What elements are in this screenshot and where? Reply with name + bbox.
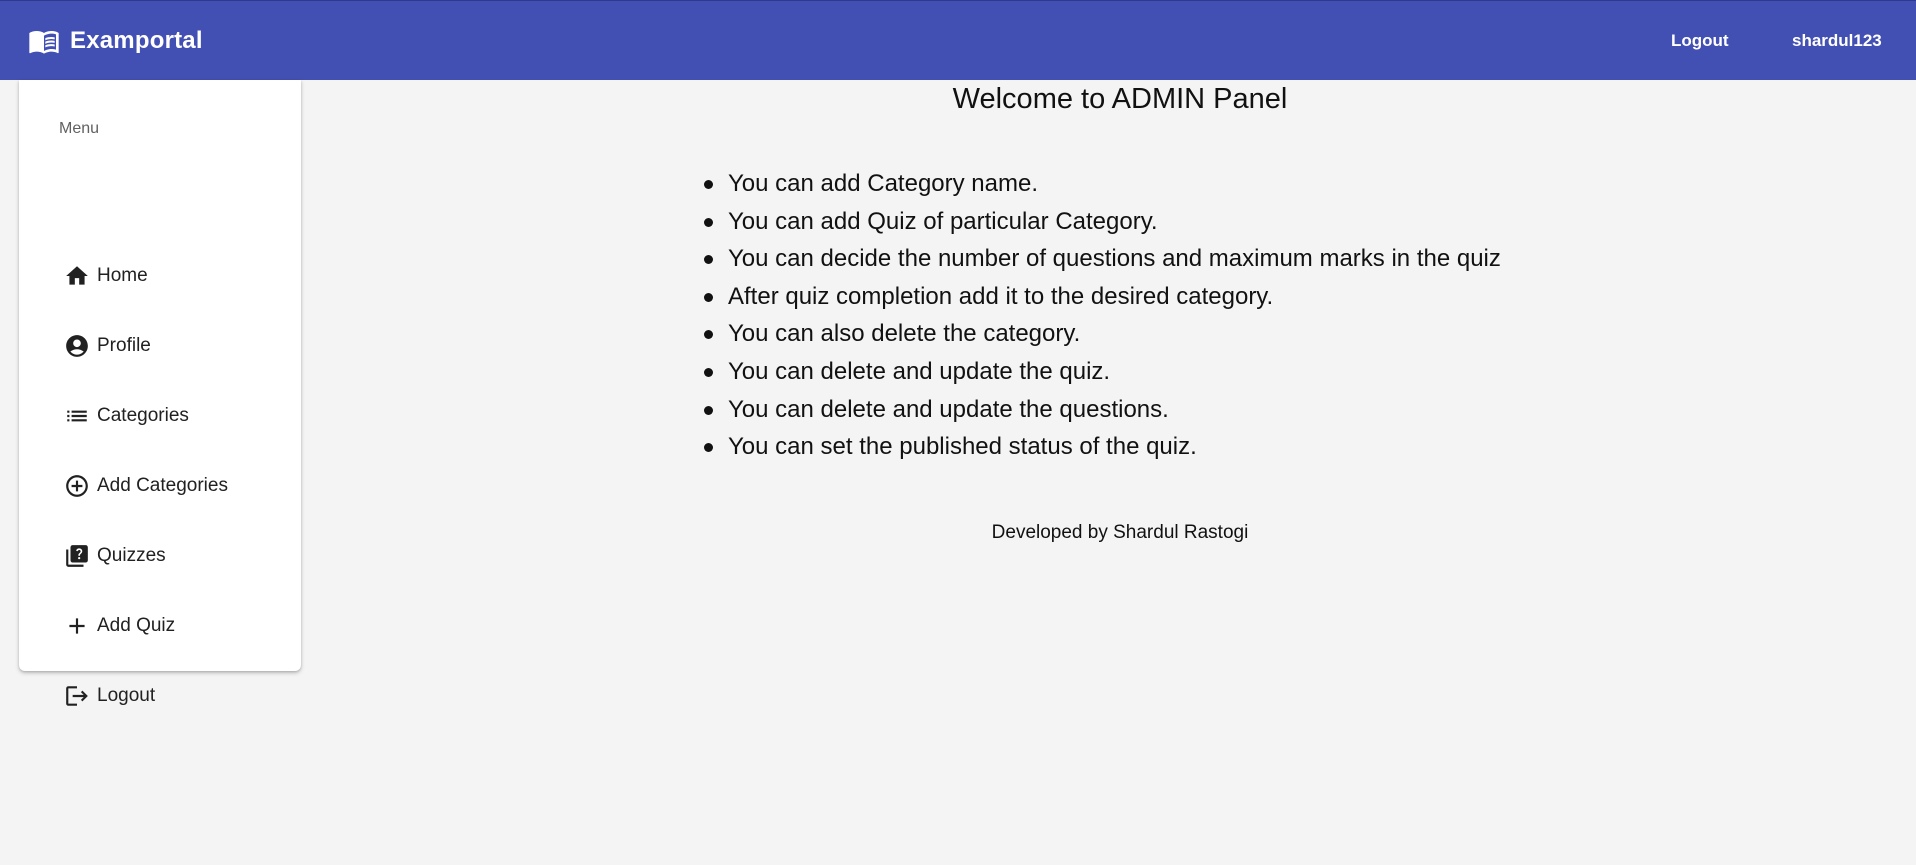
menu-book-icon xyxy=(28,25,60,57)
sidebar-item-label: Categories xyxy=(97,405,189,426)
list-item: You can also delete the category. xyxy=(704,315,1501,353)
feature-list: You can add Category name. You can add Q… xyxy=(688,165,1501,466)
sidebar-item-add-categories[interactable]: Add Categories xyxy=(63,468,283,504)
home-icon xyxy=(63,262,91,290)
header-logout-button[interactable]: Logout xyxy=(1671,31,1729,51)
menu-header: Menu xyxy=(59,120,100,137)
list-item: You can add Quiz of particular Category. xyxy=(704,203,1501,241)
brand[interactable]: Examportal xyxy=(28,25,203,57)
account-circle-icon xyxy=(63,332,91,360)
logout-icon xyxy=(63,682,91,710)
sidebar-item-categories[interactable]: Categories xyxy=(63,398,283,434)
sidebar-item-home[interactable]: Home xyxy=(63,258,283,294)
sidebar: Menu Home Profile Categories Add Categor… xyxy=(19,80,301,706)
sidebar-item-label: Quizzes xyxy=(97,545,166,566)
sidebar-item-add-quiz[interactable]: Add Quiz xyxy=(63,608,283,644)
quiz-icon xyxy=(63,542,91,570)
sidebar-item-label: Logout xyxy=(97,685,156,706)
list-icon xyxy=(63,402,91,430)
username-link[interactable]: shardul123 xyxy=(1792,31,1882,51)
top-navbar: Examportal Logout shardul123 xyxy=(0,0,1916,80)
sidebar-item-label: Add Categories xyxy=(97,475,228,496)
list-item: After quiz completion add it to the desi… xyxy=(704,278,1501,316)
sidebar-item-profile[interactable]: Profile xyxy=(63,328,283,364)
sidebar-item-logout[interactable]: Logout xyxy=(63,678,283,714)
list-item: You can delete and update the quiz. xyxy=(704,353,1501,391)
list-item: You can delete and update the questions. xyxy=(704,391,1501,429)
sidebar-item-quizzes[interactable]: Quizzes xyxy=(63,538,283,574)
brand-title: Examportal xyxy=(70,27,203,54)
list-item: You can add Category name. xyxy=(704,165,1501,203)
list-item: You can set the published status of the … xyxy=(704,428,1501,466)
footer-credit: Developed by Shardul Rastogi xyxy=(991,522,1249,543)
sidebar-item-label: Add Quiz xyxy=(97,615,176,636)
sidebar-item-label: Profile xyxy=(97,335,151,356)
add-circle-outline-icon xyxy=(63,472,91,500)
add-icon xyxy=(63,612,91,640)
list-item: You can decide the number of questions a… xyxy=(704,240,1501,278)
page-title: Welcome to ADMIN Panel xyxy=(952,83,1288,115)
sidebar-item-label: Home xyxy=(97,265,148,286)
